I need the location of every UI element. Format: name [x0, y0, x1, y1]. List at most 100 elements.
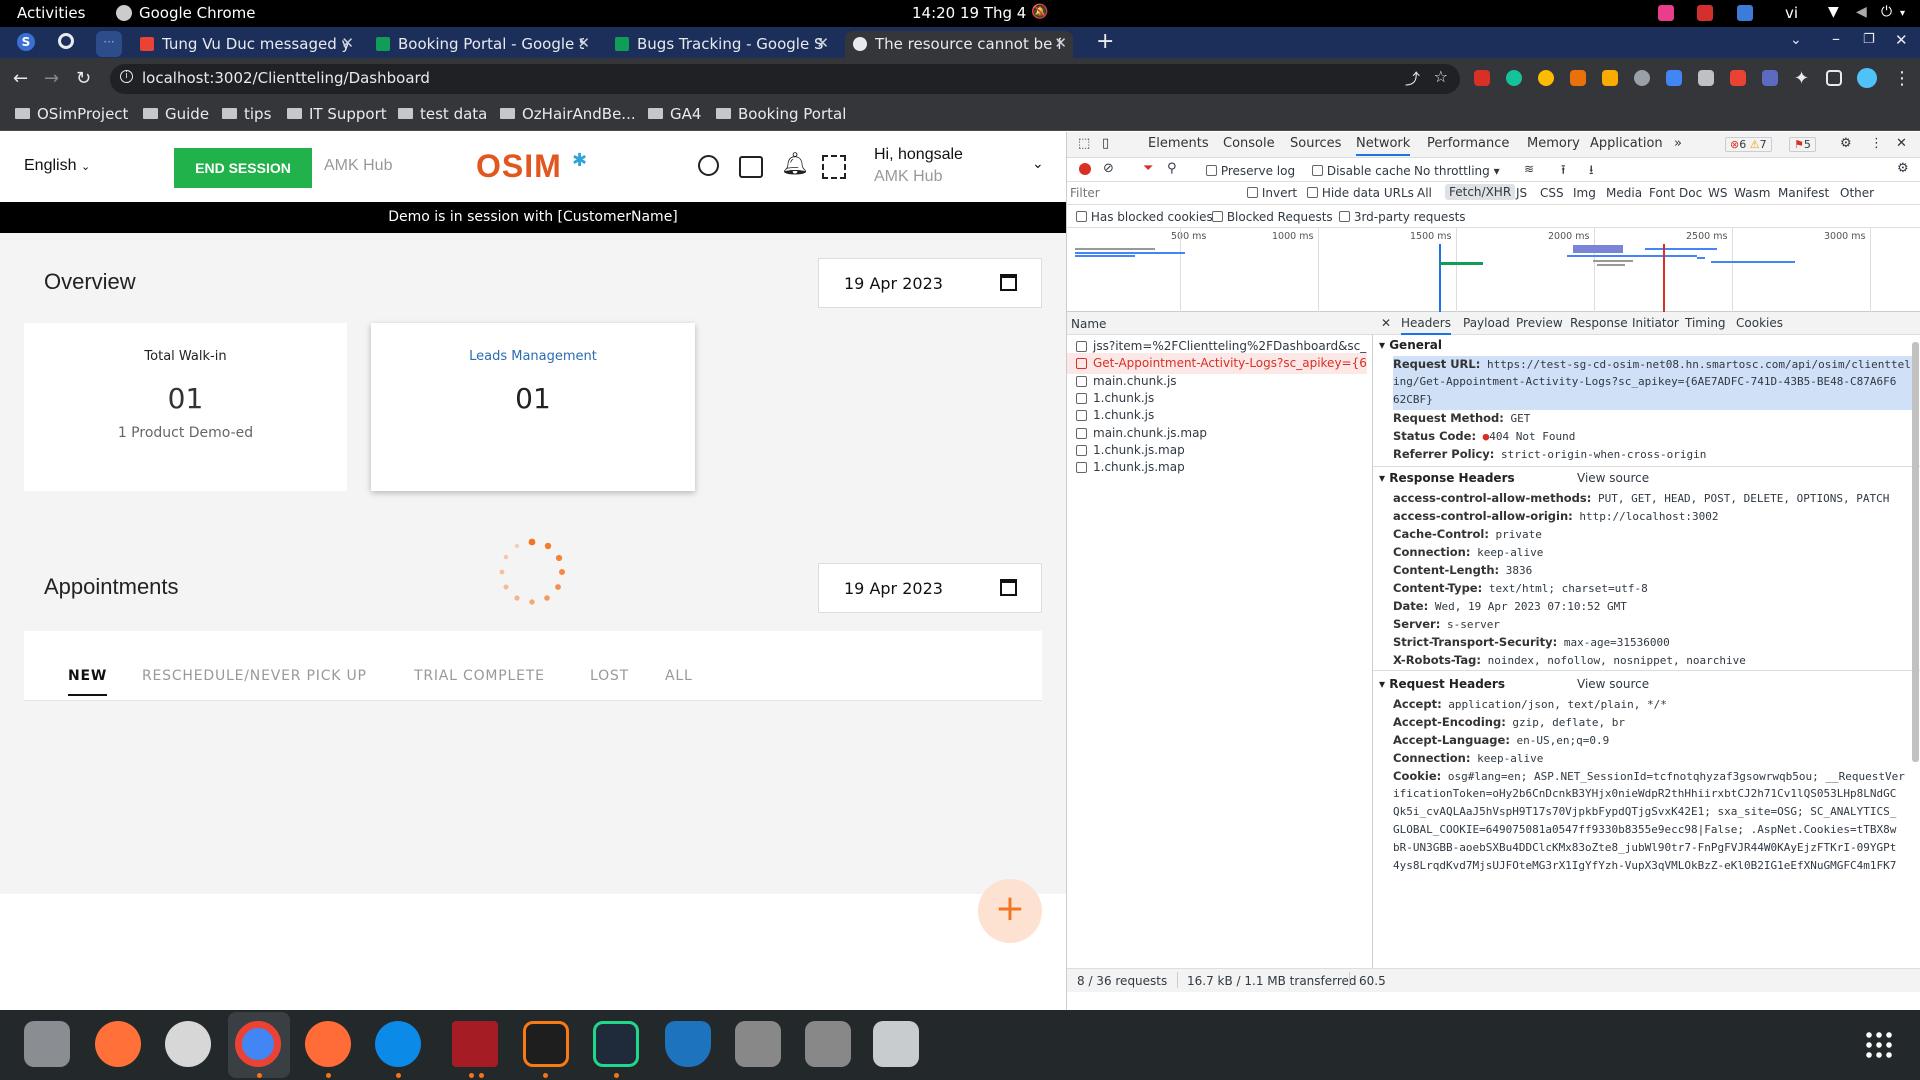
preserve-log-checkbox[interactable]: Preserve log	[1206, 164, 1295, 178]
general-section-toggle[interactable]: ▾ General	[1379, 338, 1442, 352]
response-header-row[interactable]: Connection: keep-alive	[1393, 545, 1543, 559]
error-warning-counter[interactable]: ⊗6 ⚠7	[1725, 137, 1772, 152]
response-header-row[interactable]: Content-Type: text/html; charset=utf-8	[1393, 581, 1648, 595]
active-app-name[interactable]: Google Chrome	[139, 4, 256, 22]
response-header-row[interactable]: access-control-allow-methods: PUT, GET, …	[1393, 491, 1889, 505]
network-settings-gear-icon[interactable]: ⚙	[1897, 161, 1909, 176]
type-filter-ws[interactable]: WS	[1708, 186, 1727, 200]
bookmark-booking-portal[interactable]: Booking Portal	[716, 105, 846, 123]
network-timeline[interactable]: 500 ms 1000 ms 1500 ms 2000 ms 2500 ms 3…	[1067, 228, 1920, 312]
response-header-row[interactable]: X-Robots-Tag: noindex, nofollow, nosnipp…	[1393, 653, 1746, 667]
detail-tab-preview[interactable]: Preview	[1516, 316, 1563, 330]
request-url-row[interactable]: Request URL: https://test-sg-cd-osim-net…	[1393, 357, 1911, 371]
tab-performance[interactable]: Performance	[1427, 136, 1509, 151]
bookmark-osimproject[interactable]: OSimProject	[15, 105, 128, 123]
network-conditions-icon[interactable]: ≋	[1524, 162, 1534, 176]
view-source-link[interactable]: View source	[1577, 471, 1649, 485]
detail-tab-headers[interactable]: Headers	[1401, 316, 1451, 335]
disk-app-icon[interactable]	[735, 1021, 781, 1067]
extension-translate-icon[interactable]	[1666, 70, 1682, 86]
qr-scan-icon[interactable]	[822, 155, 846, 179]
back-arrow-icon[interactable]: ←	[13, 68, 28, 89]
bookmark-guide[interactable]: Guide	[143, 105, 209, 123]
record-icon[interactable]	[1079, 163, 1091, 175]
extensions-puzzle-icon[interactable]: ✦	[1794, 68, 1809, 89]
third-party-checkbox[interactable]: 3rd-party requests	[1339, 210, 1466, 224]
user-greeting[interactable]: Hi, hongsale	[874, 146, 963, 164]
chrome-menu-icon[interactable]: ⋮	[1893, 68, 1911, 89]
extension-lock-icon[interactable]	[1698, 70, 1714, 86]
filter-funnel-icon[interactable]: ⏷	[1143, 161, 1153, 176]
trash-app-icon[interactable]	[873, 1021, 919, 1067]
files-app-icon[interactable]	[24, 1021, 70, 1067]
volume-icon[interactable]: ◀	[1856, 4, 1867, 20]
tab-application[interactable]: Application	[1590, 136, 1663, 151]
request-header-row[interactable]: Accept-Encoding: gzip, deflate, br	[1393, 715, 1625, 729]
blocked-cookies-checkbox[interactable]: Has blocked cookies	[1076, 210, 1213, 224]
bookmark-tips[interactable]: tips	[222, 105, 271, 123]
invert-checkbox[interactable]: Invert	[1247, 186, 1297, 200]
response-header-row[interactable]: access-control-allow-origin: http://loca…	[1393, 509, 1718, 523]
import-har-icon[interactable]: ⭱	[1561, 161, 1566, 183]
request-header-row[interactable]: Accept-Language: en-US,en;q=0.9	[1393, 733, 1609, 747]
detail-tab-timing[interactable]: Timing	[1685, 316, 1726, 330]
share-icon[interactable]: ⤴	[1405, 68, 1420, 89]
reload-icon[interactable]: ↻	[76, 68, 91, 89]
tab-elements[interactable]: Elements	[1148, 136, 1209, 151]
type-filter-manifest[interactable]: Manifest	[1778, 186, 1829, 200]
tab-gmail[interactable]: Tung Vu Duc messaged yo ✕	[132, 31, 360, 58]
add-fab-button[interactable]: +	[978, 879, 1042, 943]
show-apps-grid-icon[interactable]	[1864, 1030, 1894, 1060]
close-window-button[interactable]: ✕	[1895, 31, 1908, 49]
extension-pen-icon[interactable]	[1602, 70, 1618, 86]
chrome-tab-icon[interactable]	[58, 33, 74, 49]
request-header-row[interactable]: Cookie: osg#lang=en; ASP.NET_SessionId=t…	[1393, 769, 1905, 783]
edge-app-icon[interactable]	[375, 1021, 421, 1067]
status-code-row[interactable]: Status Code: ●404 Not Found	[1393, 429, 1575, 443]
detail-tab-cookies[interactable]: Cookies	[1736, 316, 1783, 330]
clock[interactable]: 14:20 19 Thg 4	[912, 4, 1026, 22]
total-walkin-card[interactable]: Total Walk-in 01 1 Product Demo-ed	[24, 323, 347, 491]
detail-scrollbar[interactable]	[1912, 342, 1919, 762]
software-center-app-icon[interactable]	[165, 1021, 211, 1067]
tab-bugs-tracking[interactable]: Bugs Tracking - Google Sh ✕	[607, 31, 835, 58]
hide-data-urls-checkbox[interactable]: Hide data URLs	[1307, 186, 1414, 200]
tab-sources[interactable]: Sources	[1290, 136, 1341, 151]
firefox-app-icon[interactable]	[95, 1021, 141, 1067]
tray-screenshot-icon[interactable]	[1697, 5, 1713, 21]
view-source-link[interactable]: View source	[1577, 677, 1649, 691]
extension-grammarly-icon[interactable]	[1506, 70, 1522, 86]
calendar-icon[interactable]	[739, 156, 763, 178]
url-text[interactable]: localhost:3002/Clientteling/Dashboard	[142, 69, 430, 87]
vpn-shield-app-icon[interactable]	[665, 1021, 711, 1067]
tab-search-chevron-icon[interactable]: ⌄	[1790, 32, 1802, 48]
type-filter-fetch-xhr[interactable]: Fetch/XHR	[1445, 184, 1516, 200]
wifi-icon[interactable]: ▼	[1828, 4, 1839, 20]
disk-app-icon[interactable]	[805, 1021, 851, 1067]
calendar-icon[interactable]	[1000, 579, 1017, 596]
chrome-app-icon[interactable]	[235, 1021, 281, 1067]
new-tab-button[interactable]: +	[1096, 29, 1114, 54]
request-header-row[interactable]: Connection: keep-alive	[1393, 751, 1543, 765]
tab-network[interactable]: Network	[1356, 136, 1411, 156]
response-headers-toggle[interactable]: ▾ Response Headers	[1379, 471, 1515, 485]
side-panel-icon[interactable]	[1826, 70, 1842, 86]
close-icon[interactable]: ✕	[816, 34, 829, 52]
type-filter-css[interactable]: CSS	[1540, 186, 1564, 200]
issues-counter[interactable]: ⚑5	[1789, 137, 1816, 152]
filter-input[interactable]	[1070, 184, 1240, 202]
overview-date-picker[interactable]: 19 Apr 2023	[818, 258, 1042, 308]
request-headers-toggle[interactable]: ▾ Request Headers	[1379, 677, 1505, 691]
bookmark-it-support[interactable]: IT Support	[287, 105, 387, 123]
throttling-select[interactable]: No throttling ▾	[1414, 164, 1500, 178]
tray-shield-icon[interactable]	[1737, 5, 1753, 21]
response-header-row[interactable]: Cache-Control: private	[1393, 527, 1542, 541]
referrer-policy-row[interactable]: Referrer Policy: strict-origin-when-cros…	[1393, 447, 1706, 461]
search-icon[interactable]: ⚲	[1167, 161, 1177, 176]
close-detail-icon[interactable]: ✕	[1381, 316, 1391, 330]
extension-refresh-icon[interactable]	[1634, 70, 1650, 86]
bell-icon[interactable]: 🔔︎	[781, 152, 809, 177]
tab-lost[interactable]: LOST	[590, 668, 629, 684]
name-column-header[interactable]: Name	[1067, 312, 1373, 335]
close-icon[interactable]: ✕	[1054, 34, 1067, 52]
